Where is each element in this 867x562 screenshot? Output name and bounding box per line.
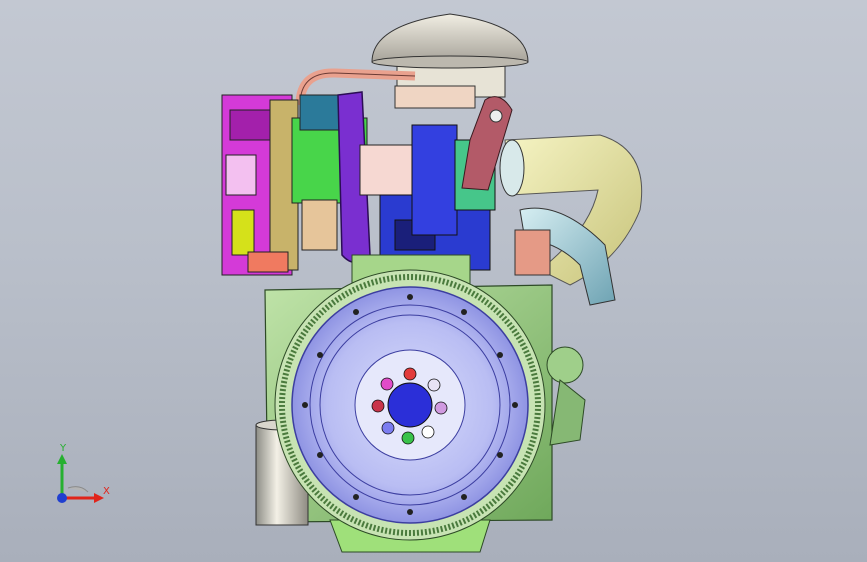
triad-y-axis bbox=[57, 454, 67, 498]
fuel-injection-pump[interactable] bbox=[221, 94, 299, 276]
triad-rotation-arc bbox=[67, 486, 89, 493]
graphics-viewport[interactable]: Y X bbox=[0, 0, 867, 562]
coordinate-triad: Y X bbox=[40, 440, 120, 510]
triad-x-axis bbox=[62, 493, 104, 503]
triad-y-label: Y bbox=[60, 443, 67, 454]
engine-model-view[interactable] bbox=[0, 0, 867, 562]
triad-x-label: X bbox=[103, 486, 110, 497]
air-cleaner-cap[interactable] bbox=[371, 13, 529, 109]
flywheel[interactable] bbox=[274, 269, 546, 541]
triad-z-axis bbox=[57, 493, 67, 503]
